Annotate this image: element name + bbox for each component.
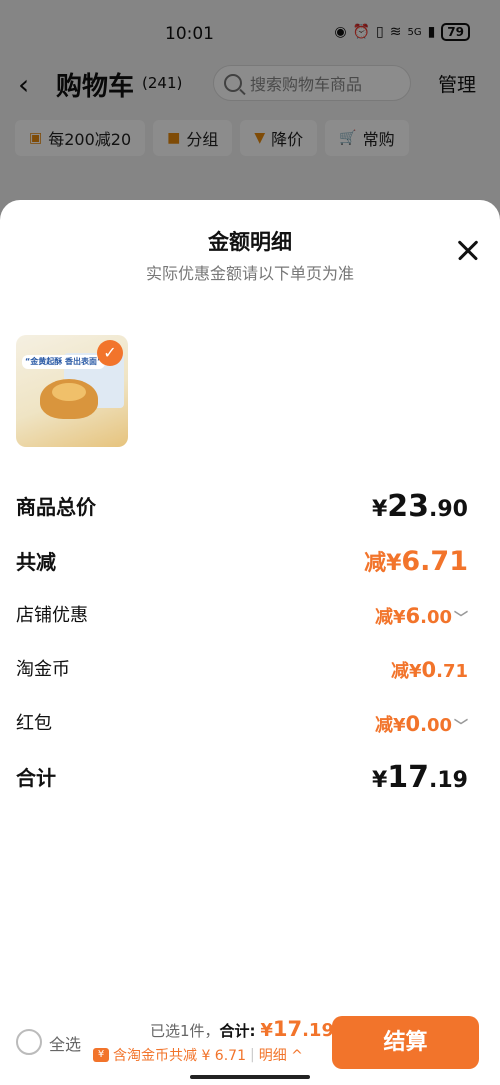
row-total-discount: 共减 减¥6.71 (16, 542, 468, 582)
sheet-title: 金额明细 (208, 230, 292, 254)
select-all-checkbox[interactable] (16, 1029, 42, 1055)
taojinbi-value: 减¥0.71 (390, 658, 468, 682)
checkout-bar: 全选 已选1件，合计: ¥17.19 ¥ 含淘金币共减 ¥ 6.71 | 明细 … (0, 1005, 500, 1085)
selection-summary: 已选1件，合计: ¥17.19 (150, 1017, 334, 1041)
detail-toggle[interactable]: 明细 ^ (259, 1045, 303, 1065)
shop-discount-label: 店铺优惠 (16, 605, 88, 626)
total-discount-label: 共减 (16, 550, 56, 574)
row-taojinbi: 淘金币 减¥0.71 (16, 650, 468, 690)
check-icon[interactable]: ✓ (97, 340, 123, 366)
taojinbi-label: 淘金币 (16, 659, 70, 680)
amount-detail-sheet: 金额明细 实际优惠金额请以下单页为准 “金黄起酥 香出表面” ✓ 商品总价 ¥2… (0, 200, 500, 1085)
total-price-value: ¥23.90 (371, 489, 468, 524)
total-price-label: 商品总价 (16, 495, 96, 519)
total-discount-value: 减¥6.71 (364, 546, 468, 577)
product-image-text: “金黄起酥 香出表面” (22, 355, 106, 369)
total-label: 合计: (219, 1022, 256, 1040)
sheet-subtitle: 实际优惠金额请以下单页为准 (145, 264, 354, 283)
home-indicator (190, 1075, 310, 1079)
checkout-button[interactable]: 结算 (332, 1016, 479, 1069)
red-packet-label: 红包 (16, 713, 52, 734)
shop-discount-value: 减¥6.00 ﹀ (374, 604, 468, 628)
row-grand-total: 合计 ¥17.19 (16, 758, 468, 798)
close-icon[interactable] (456, 238, 480, 262)
grand-total-value: ¥17.19 (371, 760, 468, 795)
chevron-down-icon: ﹀ (454, 611, 468, 627)
red-packet-value: 减¥0.00 ﹀ (374, 712, 468, 736)
total-amount: ¥17.19 (260, 1017, 334, 1041)
row-red-packet[interactable]: 红包 减¥0.00 ﹀ (16, 704, 468, 744)
coin-discount-line[interactable]: ¥ 含淘金币共减 ¥ 6.71 | 明细 ^ (93, 1045, 303, 1065)
chevron-down-icon: ﹀ (454, 719, 468, 735)
product-thumbnail[interactable]: “金黄起酥 香出表面” ✓ (16, 335, 128, 447)
coin-discount-text: 含淘金币共减 ¥ 6.71 (113, 1048, 246, 1064)
grand-total-label: 合计 (16, 766, 56, 790)
coupon-icon: ¥ (93, 1048, 109, 1062)
row-shop-discount[interactable]: 店铺优惠 减¥6.00 ﹀ (16, 596, 468, 636)
bread-highlight-graphic (52, 383, 86, 401)
select-all-label[interactable]: 全选 (49, 1031, 81, 1055)
selected-count: 已选1件， (150, 1022, 220, 1040)
row-total-price: 商品总价 ¥23.90 (16, 487, 468, 527)
